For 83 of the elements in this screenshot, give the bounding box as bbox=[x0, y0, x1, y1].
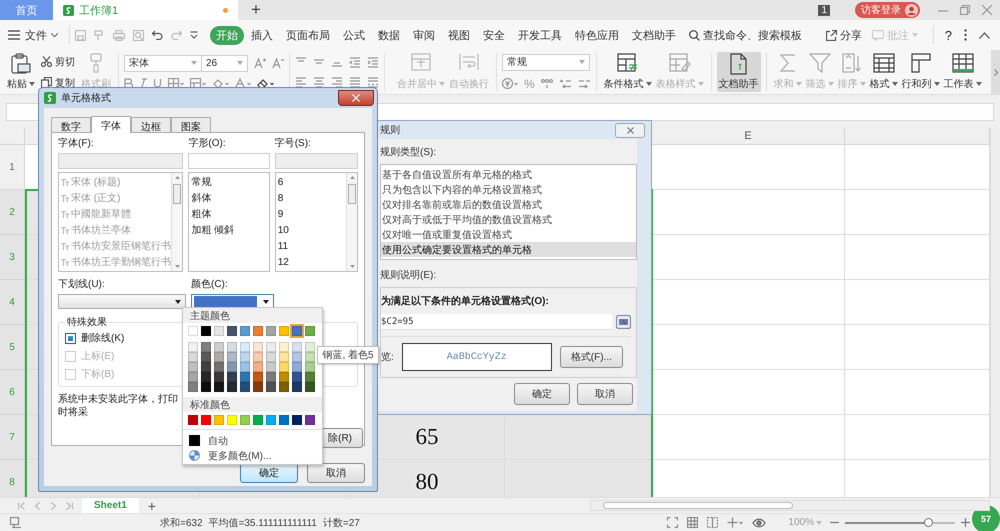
toolbar-button[interactable]: 工作表 bbox=[942, 52, 984, 92]
list-item[interactable]: 仅对高于或低于平均值的数值设置格式 bbox=[381, 212, 636, 227]
file-menu[interactable]: 文件 bbox=[25, 28, 58, 42]
list-item[interactable]: 常规 bbox=[189, 174, 269, 190]
field-label: 字形(O): bbox=[188, 136, 227, 150]
field-label: 字号(S): bbox=[274, 136, 312, 150]
login-button[interactable]: 访客登录 bbox=[855, 2, 920, 18]
count-text: 计数=27 bbox=[322, 516, 360, 530]
section-header: 主题颜色 bbox=[183, 308, 322, 323]
ribbon-tab[interactable]: 文档助手 bbox=[626, 26, 682, 44]
field-label: 下划线(U): bbox=[58, 278, 106, 291]
column-header[interactable]: E bbox=[652, 128, 845, 145]
list-item[interactable]: 6 bbox=[276, 174, 346, 190]
dialog-title: 单元格格式 bbox=[61, 92, 111, 105]
tab[interactable]: 边框 bbox=[131, 117, 171, 132]
ribbon-tab[interactable]: 特色应用 bbox=[569, 26, 625, 44]
copy-button[interactable]: 复制 bbox=[41, 76, 75, 90]
list-item[interactable]: 9 bbox=[276, 206, 346, 222]
toolbar-button[interactable]: 文档助手 bbox=[716, 52, 761, 92]
field-label: 为满足以下条件的单元格设置格式(O): bbox=[381, 294, 550, 308]
sum-text: 求和=632 bbox=[160, 516, 203, 530]
automatic-color-item[interactable]: 自动 bbox=[183, 433, 228, 448]
more-colors-item[interactable]: 更多颜色(M)... bbox=[183, 448, 272, 463]
checkbox[interactable]: 删除线(K) bbox=[65, 329, 124, 347]
list-item[interactable]: 粗体 bbox=[189, 206, 269, 222]
formula-input[interactable]: $C2=95 bbox=[381, 314, 612, 330]
list-item[interactable]: 只为包含以下内容的单元格设置格式 bbox=[381, 182, 636, 197]
ribbon-tab[interactable]: 开发工具 bbox=[512, 26, 568, 44]
ribbon-tab[interactable]: 审阅 bbox=[407, 26, 441, 44]
dialog-button[interactable]: 确定 bbox=[514, 383, 570, 405]
dialog-button[interactable]: 取消 bbox=[577, 383, 633, 405]
dialog-button[interactable]: 取消 bbox=[307, 463, 365, 483]
row-header[interactable]: 1 bbox=[0, 145, 25, 190]
list-item[interactable]: 10 bbox=[276, 222, 346, 238]
list-item[interactable]: 基于各自值设置所有单元格的格式 bbox=[381, 167, 636, 182]
toolbar-button[interactable]: 条件格式 bbox=[602, 52, 654, 92]
list-item[interactable]: 斜体 bbox=[189, 190, 269, 206]
list-item[interactable]: 使用公式确定要设置格式的单元格 bbox=[381, 242, 636, 257]
style-list[interactable]: 常规 斜体 粗体 加粗 倾斜 bbox=[188, 172, 270, 272]
toolbar-button[interactable]: 格式 bbox=[868, 52, 900, 92]
field-label: 览: bbox=[381, 351, 394, 364]
field-label: 颜色(C): bbox=[191, 278, 229, 291]
tab[interactable]: 字体 bbox=[91, 116, 131, 133]
window-count-badge: 1 bbox=[818, 4, 830, 16]
toolbar-button[interactable]: 行和列 bbox=[900, 52, 942, 92]
size-list[interactable]: 6 8 9 10 11 12 bbox=[274, 172, 358, 272]
section-header: 标准颜色 bbox=[183, 397, 322, 412]
format-button[interactable]: 格式(F)... bbox=[560, 346, 623, 368]
ribbon-tab[interactable]: 视图 bbox=[442, 26, 476, 44]
paste-button[interactable]: 粘贴 bbox=[5, 52, 37, 92]
group-title: 特殊效果 bbox=[66, 316, 108, 329]
dialog-title: 规则 bbox=[380, 124, 400, 137]
font-warning: 系统中未安装此字体，打印时将采 bbox=[58, 393, 179, 419]
new-tab-button[interactable]: + bbox=[238, 0, 274, 20]
font-size-field[interactable]: 26 bbox=[202, 54, 248, 72]
tab[interactable]: 图案 bbox=[171, 117, 211, 132]
field-label: 规则说明(E): bbox=[380, 269, 438, 282]
dialog-button[interactable]: 确定 bbox=[240, 463, 298, 483]
font-name-field[interactable]: 宋体 bbox=[124, 54, 202, 72]
help-button[interactable]: ? bbox=[944, 28, 952, 42]
list-item[interactable]: 加粗 倾斜 bbox=[189, 222, 269, 238]
list-item[interactable]: 8 bbox=[276, 190, 346, 206]
ribbon-tab[interactable]: 页面布局 bbox=[280, 26, 336, 44]
rule-type-list[interactable]: 基于各自值设置所有单元格的格式 只为包含以下内容的单元格设置格式 仅对排名靠前或靠后的数值设置格式 仅对高于或低于平均值的数值设置格式 仅对唯一值或重复值设置格式 使用公式确定要设置格式的单元格 bbox=[380, 164, 637, 260]
field-label: 字体(F): bbox=[58, 136, 95, 150]
tab[interactable]: 数字 bbox=[51, 117, 91, 132]
ribbon-tab[interactable]: 安全 bbox=[477, 26, 511, 44]
tooltip: 钢蓝, 着色5 bbox=[317, 346, 379, 364]
ribbon-tab[interactable]: 插入 bbox=[245, 26, 279, 44]
field-label: 规则类型(S): bbox=[380, 146, 438, 159]
list-item[interactable]: 仅对唯一值或重复值设置格式 bbox=[381, 227, 636, 242]
cut-button[interactable]: 剪切 bbox=[41, 54, 75, 68]
share-button[interactable]: 分享 bbox=[826, 28, 862, 42]
number-format-field[interactable]: 常规 bbox=[502, 54, 590, 70]
ribbon-tab[interactable]: 数据 bbox=[372, 26, 406, 44]
average-text: 平均值=35.111111111111 bbox=[208, 516, 317, 530]
list-item[interactable]: 仅对排名靠前或靠后的数值设置格式 bbox=[381, 197, 636, 212]
ribbon-tab[interactable]: 公式 bbox=[337, 26, 371, 44]
add-sheet-button[interactable]: + bbox=[148, 498, 156, 514]
search-command[interactable]: 查找命令、搜索模板 bbox=[689, 28, 802, 42]
list-item[interactable]: 12 bbox=[276, 254, 346, 270]
list-item[interactable]: 11 bbox=[276, 238, 346, 254]
preview-box: AaBbCcYyZz bbox=[402, 343, 552, 371]
